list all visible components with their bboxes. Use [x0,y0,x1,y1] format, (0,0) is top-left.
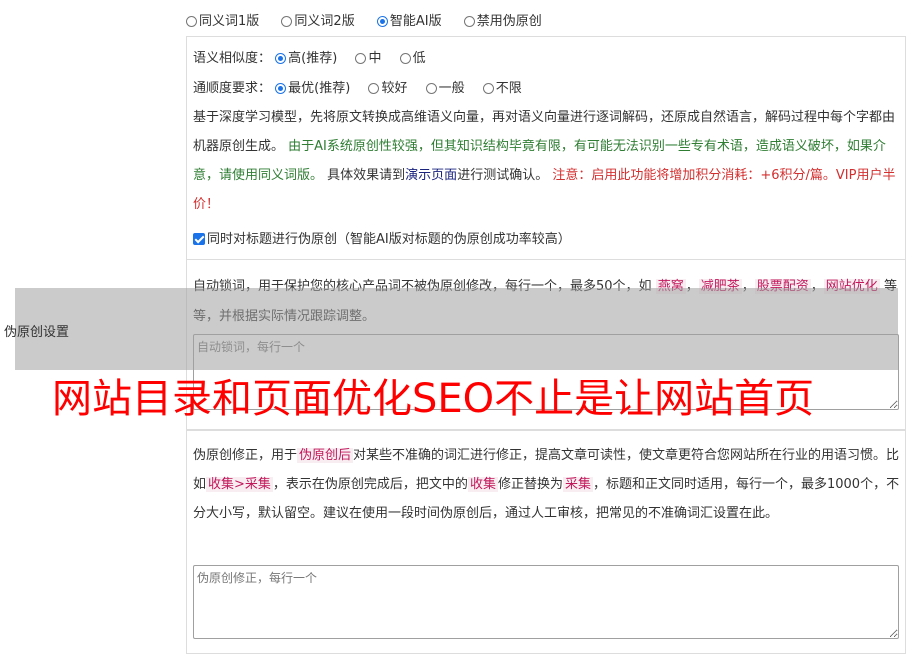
radio-selected-icon[interactable] [376,16,388,27]
radio-selected-icon[interactable] [275,83,287,94]
checkbox-checked-icon[interactable] [193,233,205,245]
option-label: 不限 [495,81,522,96]
section-label: 伪原创设置 [4,325,70,340]
fix-desc-text: ，表示在伪原创完成后，把文中的 [272,477,468,492]
ai-desc-text: 进行测试确认。 [457,168,549,183]
correction-textarea[interactable] [193,565,899,639]
fluency-option-good[interactable]: 较好 [368,77,407,96]
ai-settings-panel: 语义相似度： 高(推荐) 中 低 通顺度要求： 最优(推荐) 较好 一般 不限 … [186,36,906,260]
fluency-option-normal[interactable]: 一般 [425,77,465,96]
mode-option-synonym1[interactable]: 同义词1版 [186,10,259,29]
ai-desc-text: 具体效果请到 [327,168,406,183]
demo-page-link[interactable]: 演示页面 [405,168,457,183]
similarity-option-low[interactable]: 低 [399,47,426,66]
mode-option-ai[interactable]: 智能AI版 [376,10,442,29]
ai-description: 基于深度学习模型，先将原文转换成高维语义向量，再对语义向量进行逐词解码，还原成自… [193,103,901,219]
watermark-caption: 网站目录和页面优化SEO不止是让网站首页 [52,376,815,422]
similarity-option-medium[interactable]: 中 [355,47,381,66]
fluency-label: 通顺度要求： [193,81,272,96]
radio-icon[interactable] [281,16,293,27]
radio-icon[interactable] [186,16,197,27]
option-label: 中 [368,51,382,66]
title-rewrite-label: 同时对标题进行伪原创（智能AI版对标题的伪原创成功率较高） [207,232,571,247]
option-label: 一般 [438,81,465,96]
radio-icon[interactable] [355,53,367,64]
example-tag: 伪原创后 [297,448,354,463]
overlay-band [15,288,898,370]
fix-desc-text: 修正替换为 [497,477,563,492]
fluency-option-best[interactable]: 最优(推荐) [275,77,350,96]
mode-label: 同义词1版 [199,14,260,29]
similarity-label: 语义相似度： [193,51,272,66]
radio-icon[interactable] [482,83,494,94]
option-label: 最优(推荐) [288,81,351,96]
mode-label: 同义词2版 [294,14,355,29]
fluency-row: 通顺度要求： 最优(推荐) 较好 一般 不限 [193,77,540,96]
option-label: 低 [412,51,426,66]
fix-desc-text: 伪原创修正，用于 [193,448,298,463]
mode-radio-group: 同义词1版 同义词2版 智能AI版 禁用伪原创 [186,10,560,29]
similarity-option-high[interactable]: 高(推荐) [275,47,337,66]
correction-panel: 伪原创修正，用于 伪原创后 对某些不准确的词汇进行修正，提高文章可读性，使文章更符合… [186,430,906,654]
correction-description: 伪原创修正，用于 伪原创后 对某些不准确的词汇进行修正，提高文章可读性，使文章更符合… [193,441,901,528]
mode-option-synonym2[interactable]: 同义词2版 [281,10,355,29]
radio-selected-icon[interactable] [275,53,287,64]
option-label: 高(推荐) [288,51,338,66]
mode-label: 禁用伪原创 [476,14,542,29]
option-label: 较好 [381,81,408,96]
similarity-row: 语义相似度： 高(推荐) 中 低 [193,47,444,66]
radio-icon[interactable] [463,16,475,27]
radio-icon[interactable] [425,83,437,94]
mode-option-disable[interactable]: 禁用伪原创 [463,10,542,29]
example-tag: 收集 [467,477,498,492]
fluency-option-any[interactable]: 不限 [482,77,522,96]
example-tag: 采集 [562,477,593,492]
radio-icon[interactable] [399,53,411,64]
mode-label: 智能AI版 [389,14,442,29]
title-rewrite-checkbox-row[interactable]: 同时对标题进行伪原创（智能AI版对标题的伪原创成功率较高） [193,228,571,247]
example-tag: 收集>采集 [206,477,273,492]
radio-icon[interactable] [368,83,380,94]
